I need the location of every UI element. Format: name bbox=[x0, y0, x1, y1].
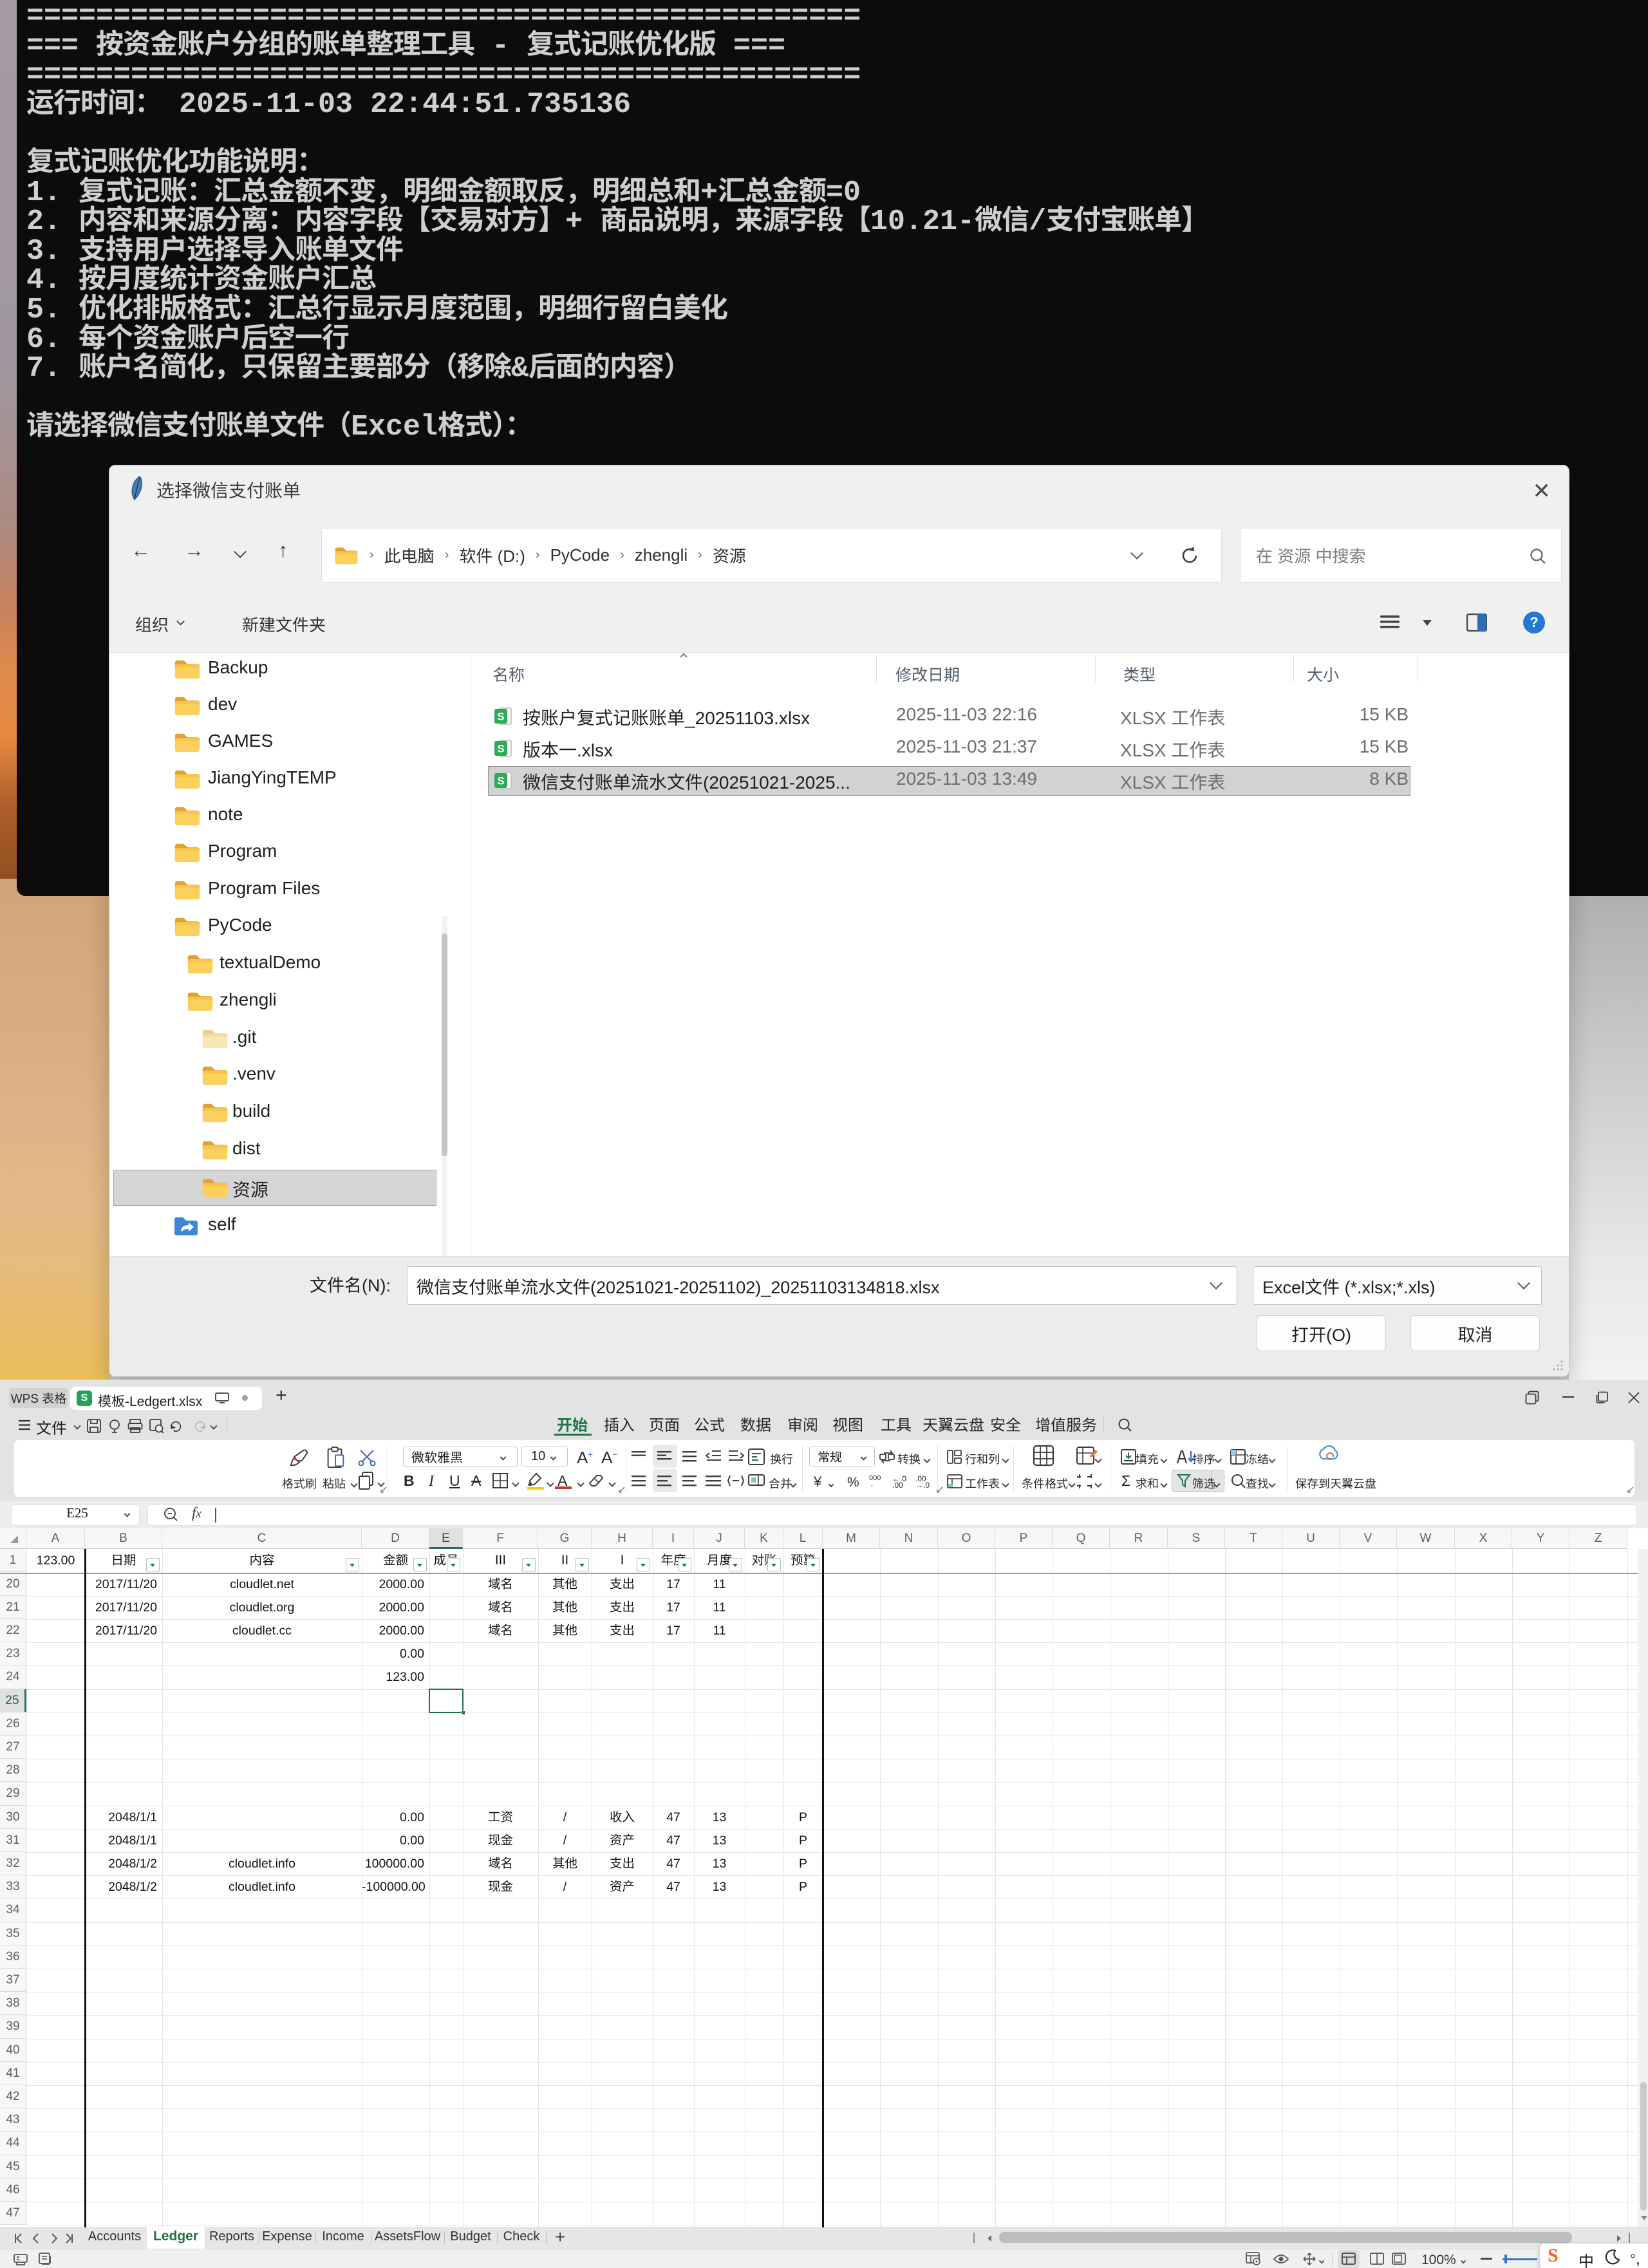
svg-text:S: S bbox=[497, 743, 504, 755]
svg-text:S: S bbox=[497, 711, 504, 723]
svg-text:S: S bbox=[497, 775, 504, 787]
